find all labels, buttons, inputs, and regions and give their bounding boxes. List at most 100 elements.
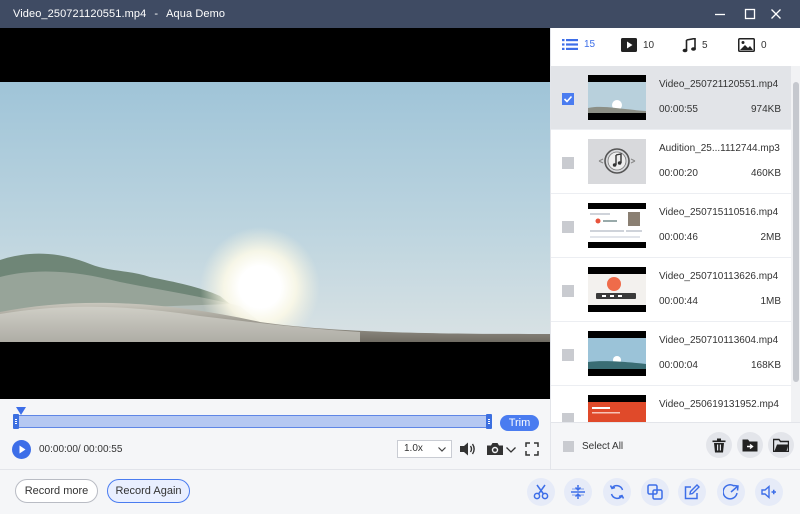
list-item[interactable]: Video_250721120551.mp4 00:00:55 974KB xyxy=(551,66,791,130)
timeline-bar: Trim 00:00:00/ 00:00:55 1.0x xyxy=(0,399,550,469)
window-file-title: Video_250721120551.mp4 xyxy=(13,8,147,20)
item-checkbox[interactable] xyxy=(562,413,574,422)
compress-icon xyxy=(571,485,585,499)
item-size: 168KB xyxy=(750,360,781,371)
item-size: 2MB xyxy=(760,232,781,243)
item-checkbox[interactable] xyxy=(562,221,574,233)
tab-audio-count: 5 xyxy=(702,40,708,51)
move-to-folder-button[interactable] xyxy=(737,432,763,458)
item-thumbnail xyxy=(588,395,646,422)
convert-tool-button[interactable] xyxy=(603,478,631,506)
select-all-label[interactable]: Select All xyxy=(582,441,623,452)
item-checkbox[interactable] xyxy=(562,93,574,105)
scrollbar-thumb[interactable] xyxy=(793,82,799,382)
item-duration: 00:00:44 xyxy=(659,296,698,307)
edit-tool-button[interactable] xyxy=(678,478,706,506)
minimize-button[interactable] xyxy=(704,0,736,28)
image-icon xyxy=(738,38,755,52)
share-tool-button[interactable] xyxy=(717,478,745,506)
delete-button[interactable] xyxy=(706,432,732,458)
tab-all-count: 15 xyxy=(584,39,596,50)
item-duration: 00:00:55 xyxy=(659,104,698,115)
media-panel: 15 10 5 0 Video_250721120551.mp4 00:00:5… xyxy=(550,28,800,469)
item-thumbnail xyxy=(588,203,646,248)
item-filename: Video_250715110516.mp4 xyxy=(659,207,779,218)
item-checkbox[interactable] xyxy=(562,285,574,297)
trim-end-handle[interactable] xyxy=(486,414,492,429)
speed-value: 1.0x xyxy=(404,443,423,454)
snapshot-dropdown-icon[interactable] xyxy=(506,447,516,453)
tab-video-count: 10 xyxy=(643,39,655,51)
speed-select[interactable]: 1.0x xyxy=(397,440,452,458)
list-icon xyxy=(562,39,578,50)
list-item[interactable]: Video_250619131952.mp4 xyxy=(551,386,791,422)
item-checkbox[interactable] xyxy=(562,157,574,169)
timeline-track[interactable] xyxy=(13,414,492,429)
trim-button[interactable]: Trim xyxy=(500,415,539,431)
item-thumbnail xyxy=(588,267,646,312)
list-item[interactable]: Video_250715110516.mp4 00:00:46 2MB xyxy=(551,194,791,258)
play-icon xyxy=(19,445,26,454)
item-duration: 00:00:20 xyxy=(659,168,698,179)
media-tabs: 15 10 5 0 xyxy=(551,28,800,66)
merge-icon xyxy=(647,484,663,500)
item-thumbnail xyxy=(588,75,646,120)
media-list: Video_250721120551.mp4 00:00:55 974KB Au… xyxy=(551,66,800,422)
list-item[interactable]: Video_250710113626.mp4 00:00:44 1MB xyxy=(551,258,791,322)
window-title: Video_250721120551.mp4- Aqua Demo xyxy=(0,8,225,20)
item-size: 460KB xyxy=(750,168,781,179)
record-again-button[interactable]: Record Again xyxy=(107,479,190,503)
check-icon xyxy=(563,95,573,103)
refresh-icon xyxy=(609,484,625,500)
tab-all[interactable]: 15 xyxy=(562,38,595,51)
video-player[interactable] xyxy=(0,28,550,399)
audio-boost-tool-button[interactable] xyxy=(755,478,783,506)
item-checkbox[interactable] xyxy=(562,349,574,361)
item-filename: Video_250721120551.mp4 xyxy=(659,79,779,90)
item-filename: Video_250710113604.mp4 xyxy=(659,335,779,346)
title-bar: Video_250721120551.mp4- Aqua Demo xyxy=(0,0,800,28)
edit-icon xyxy=(684,484,700,500)
item-filename: Video_250619131952.mp4 xyxy=(659,399,779,410)
fullscreen-icon[interactable] xyxy=(525,442,539,456)
item-size: 974KB xyxy=(750,104,781,115)
tab-image[interactable]: 0 xyxy=(738,38,767,52)
folder-icon xyxy=(773,438,789,452)
audio-file-icon xyxy=(598,148,636,174)
compress-tool-button[interactable] xyxy=(564,478,592,506)
item-thumbnail xyxy=(588,139,646,184)
maximize-icon xyxy=(744,8,756,20)
video-frame xyxy=(0,82,550,342)
list-item[interactable]: Video_250710113604.mp4 00:00:04 168KB xyxy=(551,322,791,386)
window-app-name: Aqua Demo xyxy=(166,8,226,20)
time-display: 00:00:00/ 00:00:55 xyxy=(39,444,123,455)
open-folder-button[interactable] xyxy=(768,432,794,458)
close-icon xyxy=(771,9,781,19)
volume-icon[interactable] xyxy=(459,441,477,457)
tab-audio[interactable]: 5 xyxy=(682,38,708,53)
camera-icon[interactable] xyxy=(486,442,504,456)
play-button[interactable] xyxy=(12,440,31,459)
merge-tool-button[interactable] xyxy=(641,478,669,506)
select-all-checkbox[interactable] xyxy=(563,441,574,452)
minimize-icon xyxy=(715,13,725,16)
item-filename: Audition_25...1112744.mp3 xyxy=(659,143,780,154)
list-item[interactable]: Audition_25...1112744.mp3 00:00:20 460KB xyxy=(551,130,791,194)
cut-tool-button[interactable] xyxy=(527,478,555,506)
tab-image-count: 0 xyxy=(761,39,767,51)
scissors-icon xyxy=(533,484,549,500)
trash-icon xyxy=(712,438,726,452)
share-icon xyxy=(723,484,739,500)
item-duration: 00:00:04 xyxy=(659,360,698,371)
tab-video[interactable]: 10 xyxy=(621,38,654,52)
trim-start-handle[interactable] xyxy=(13,414,19,429)
title-separator: - xyxy=(154,8,159,20)
item-duration: 00:00:46 xyxy=(659,232,698,243)
list-scrollbar[interactable] xyxy=(791,66,800,422)
item-size: 1MB xyxy=(760,296,781,307)
panel-footer: Select All xyxy=(551,422,800,469)
close-button[interactable] xyxy=(760,0,792,28)
chevron-down-icon xyxy=(438,447,446,452)
item-thumbnail xyxy=(588,331,646,376)
record-more-button[interactable]: Record more xyxy=(15,479,98,503)
